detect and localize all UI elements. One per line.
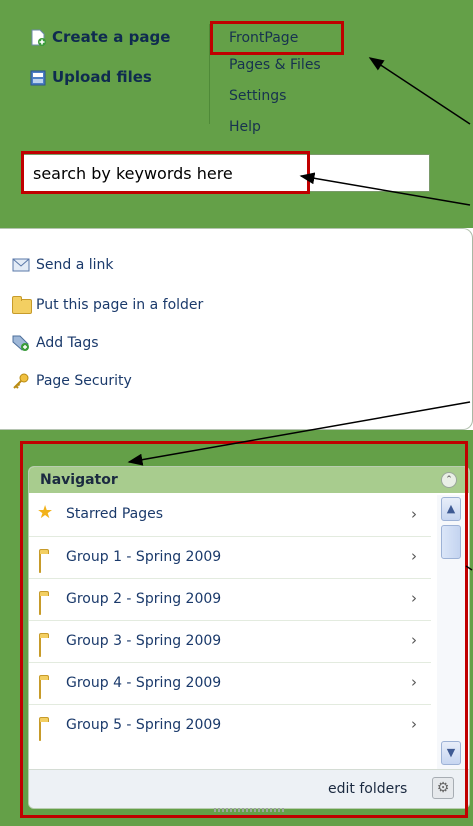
- arrow-to-frontpage: [368, 57, 471, 125]
- arrow-to-search: [299, 172, 471, 206]
- arrow-to-navigator: [127, 401, 471, 466]
- arrow-stub: [465, 565, 473, 571]
- annotation-arrows: [127, 57, 473, 571]
